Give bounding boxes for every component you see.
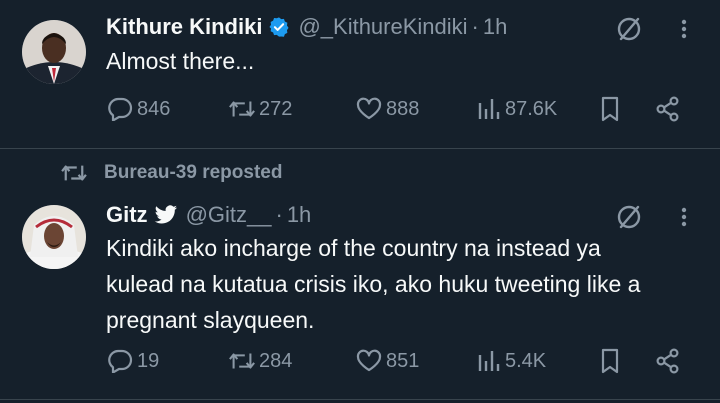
grok-icon[interactable] (614, 14, 644, 44)
divider (0, 148, 720, 149)
tweet[interactable]: Kithure Kindiki @_KithureKindiki · 1h Al… (0, 0, 720, 148)
like-count: 851 (386, 349, 420, 372)
repost-icon (60, 162, 90, 184)
reply-button[interactable]: 846 (106, 92, 170, 126)
repost-context[interactable]: Bureau-39 reposted (60, 160, 282, 186)
repost-count: 272 (259, 97, 293, 120)
user-handle[interactable]: @Gitz__ (186, 202, 272, 228)
bird-badge-icon (154, 205, 178, 225)
views-button[interactable]: 5.4K (474, 344, 546, 378)
tweet-actions: 846 272 888 87.6K (0, 92, 720, 126)
timestamp[interactable]: 1h (483, 14, 507, 40)
views-count: 87.6K (505, 97, 558, 120)
tweet-actions: 19 284 851 5.4K (0, 344, 720, 378)
divider (0, 399, 720, 400)
tweet-top-actions (614, 202, 694, 232)
tweet-header: Kithure Kindiki @_KithureKindiki · 1h (106, 12, 507, 42)
share-button[interactable] (654, 344, 685, 378)
timestamp[interactable]: 1h (287, 202, 311, 228)
heart-icon (355, 347, 383, 375)
repost-label: Bureau-39 reposted (104, 162, 283, 183)
more-icon[interactable] (674, 14, 694, 44)
display-name[interactable]: Gitz (106, 202, 148, 228)
views-icon (474, 95, 502, 123)
views-icon (474, 347, 502, 375)
repost-icon (228, 95, 256, 123)
user-handle[interactable]: @_KithureKindiki (298, 14, 467, 40)
bookmark-icon (596, 95, 624, 123)
display-name[interactable]: Kithure Kindiki (106, 14, 262, 40)
tweet-text: Kindiki ako incharge of the country na i… (106, 235, 641, 333)
bookmark-button[interactable] (596, 344, 627, 378)
reply-button[interactable]: 19 (106, 344, 159, 378)
tweet[interactable]: Bureau-39 reposted Gitz @Gitz__ · 1h Kin… (0, 150, 720, 390)
share-button[interactable] (654, 92, 685, 126)
grok-icon[interactable] (614, 202, 644, 232)
tweet-header: Gitz @Gitz__ · 1h (106, 200, 311, 230)
repost-count: 284 (259, 349, 293, 372)
heart-icon (355, 95, 383, 123)
tweet-top-actions (614, 14, 694, 44)
share-icon (654, 95, 682, 123)
bookmark-icon (596, 347, 624, 375)
views-count: 5.4K (505, 349, 547, 372)
share-icon (654, 347, 682, 375)
separator-dot: · (471, 14, 479, 39)
tweet-text: Almost there... (106, 48, 255, 74)
like-count: 888 (386, 97, 420, 120)
like-button[interactable]: 851 (355, 344, 419, 378)
reply-count: 19 (137, 349, 160, 372)
reply-icon (106, 95, 134, 123)
views-button[interactable]: 87.6K (474, 92, 557, 126)
bookmark-button[interactable] (596, 92, 627, 126)
more-icon[interactable] (674, 202, 694, 232)
repost-icon (228, 347, 256, 375)
repost-button[interactable]: 272 (228, 92, 292, 126)
avatar[interactable] (22, 20, 86, 84)
avatar[interactable] (22, 205, 86, 269)
reply-count: 846 (137, 97, 171, 120)
like-button[interactable]: 888 (355, 92, 419, 126)
repost-button[interactable]: 284 (228, 344, 292, 378)
reply-icon (106, 347, 134, 375)
separator-dot: · (275, 202, 283, 227)
verified-badge-icon (268, 16, 290, 38)
